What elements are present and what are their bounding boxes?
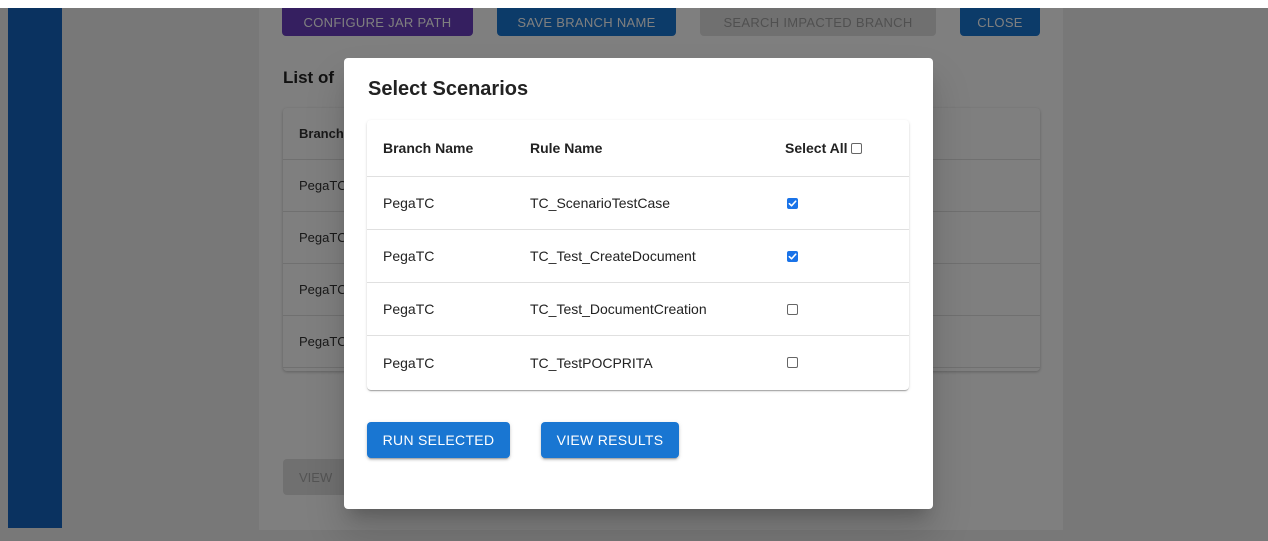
row-select-cell <box>787 177 798 229</box>
table-row[interactable]: PegaTC TC_ScenarioTestCase <box>367 177 909 230</box>
select-all-header: Select All <box>785 120 862 176</box>
run-selected-button[interactable]: RUN SELECTED <box>367 422 510 458</box>
table-row[interactable]: PegaTC TC_Test_CreateDocument <box>367 230 909 283</box>
rule-name-cell: TC_ScenarioTestCase <box>530 195 671 211</box>
view-results-button[interactable]: VIEW RESULTS <box>541 422 679 458</box>
row-checkbox[interactable] <box>787 197 798 209</box>
row-select-cell <box>787 230 798 282</box>
rule-name-cell: TC_Test_CreateDocument <box>530 248 696 264</box>
row-checkbox[interactable] <box>787 250 798 262</box>
scenarios-table: Branch Name Rule Name Select All PegaTC … <box>367 120 909 390</box>
rule-name-cell: TC_TestPOCPRITA <box>530 354 653 371</box>
row-checkbox[interactable] <box>787 357 798 368</box>
rule-name-header: Rule Name <box>530 140 603 156</box>
row-select-cell <box>787 336 798 389</box>
branch-name-cell: PegaTC <box>383 354 435 371</box>
branch-name-cell: PegaTC <box>383 248 435 264</box>
checkmark-icon <box>788 199 797 207</box>
top-strip <box>0 0 1268 8</box>
select-scenarios-dialog: Select Scenarios Branch Name Rule Name S… <box>344 58 933 509</box>
select-all-label: Select All <box>785 140 848 156</box>
scenarios-table-header: Branch Name Rule Name Select All <box>367 120 909 177</box>
row-checkbox[interactable] <box>787 303 798 315</box>
row-select-cell <box>787 283 798 335</box>
select-all-checkbox[interactable] <box>850 142 862 154</box>
table-row[interactable]: PegaTC TC_Test_DocumentCreation <box>367 283 909 336</box>
dialog-title: Select Scenarios <box>368 78 529 100</box>
branch-name-header: Branch Name <box>383 140 474 156</box>
checkmark-icon <box>788 252 797 260</box>
table-row[interactable]: PegaTC TC_TestPOCPRITA <box>367 336 909 389</box>
branch-name-cell: PegaTC <box>383 301 435 317</box>
branch-name-cell: PegaTC <box>383 195 435 211</box>
rule-name-cell: TC_Test_DocumentCreation <box>530 301 707 317</box>
